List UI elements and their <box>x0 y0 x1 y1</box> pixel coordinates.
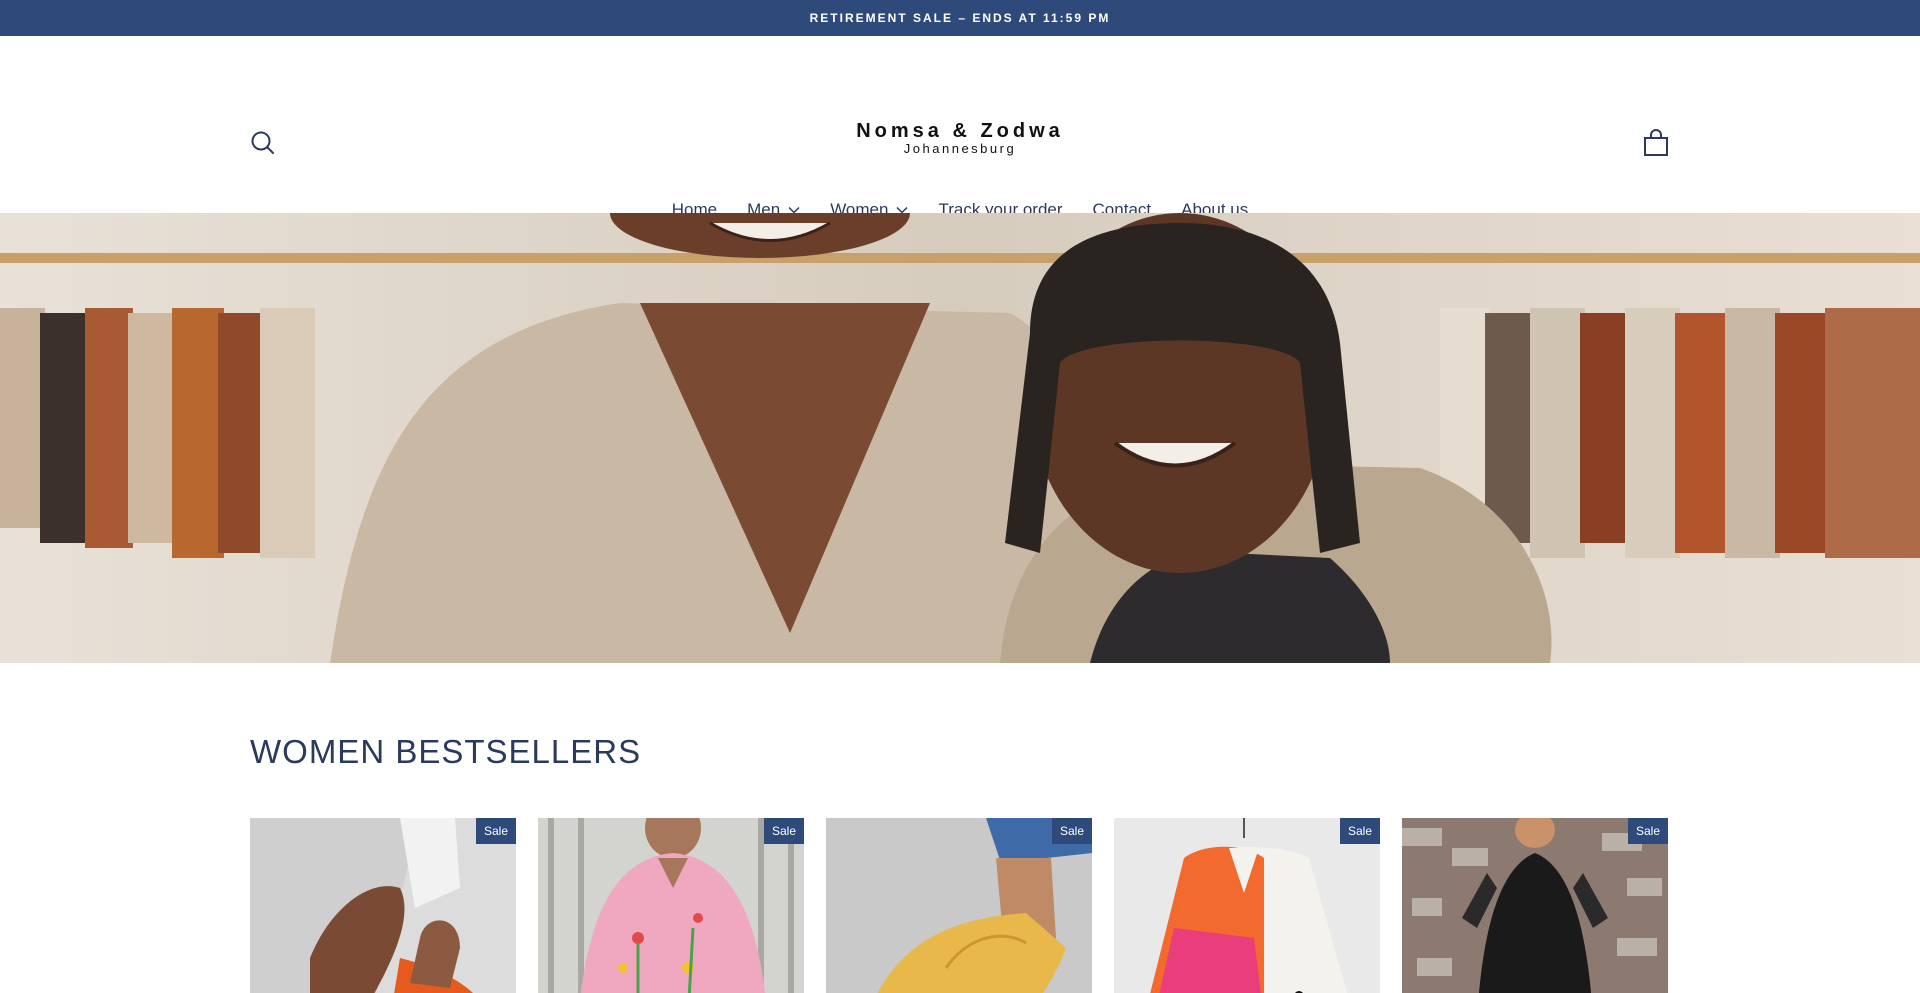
sale-badge: Sale <box>1339 818 1380 844</box>
sale-badge: Sale <box>1627 818 1668 844</box>
sale-badge: Sale <box>1051 818 1092 844</box>
hero-banner-image <box>0 213 1920 663</box>
product-card[interactable]: Sale <box>1114 818 1380 993</box>
product-image <box>250 818 516 993</box>
announcement-text: RETIREMENT SALE – ENDS AT 11:59 PM <box>809 11 1111 25</box>
sale-badge: Sale <box>763 818 804 844</box>
product-image <box>826 818 1092 993</box>
product-image <box>1402 818 1668 993</box>
product-card[interactable]: Sale <box>1402 818 1668 993</box>
shopping-bag-icon <box>1644 129 1668 156</box>
product-grid: Sale Sale Sale Sale Sale <box>250 818 1668 993</box>
logo-city: Johannesburg <box>903 141 1017 156</box>
logo-name: Nomsa & Zodwa <box>856 120 1064 142</box>
site-header: Nomsa & Zodwa Johannesburg Home Men Wome… <box>0 36 1920 219</box>
product-image <box>1114 818 1380 993</box>
product-card[interactable]: Sale <box>250 818 516 993</box>
sale-badge: Sale <box>475 818 516 844</box>
product-card[interactable]: Sale <box>538 818 804 993</box>
cart-button[interactable] <box>1642 128 1670 158</box>
product-card[interactable]: Sale <box>826 818 1092 993</box>
announcement-bar: RETIREMENT SALE – ENDS AT 11:59 PM <box>0 0 1920 36</box>
product-image <box>538 818 804 993</box>
section-title: WOMEN BESTSELLERS <box>250 733 642 770</box>
site-logo[interactable]: Nomsa & Zodwa Johannesburg <box>0 120 1920 156</box>
